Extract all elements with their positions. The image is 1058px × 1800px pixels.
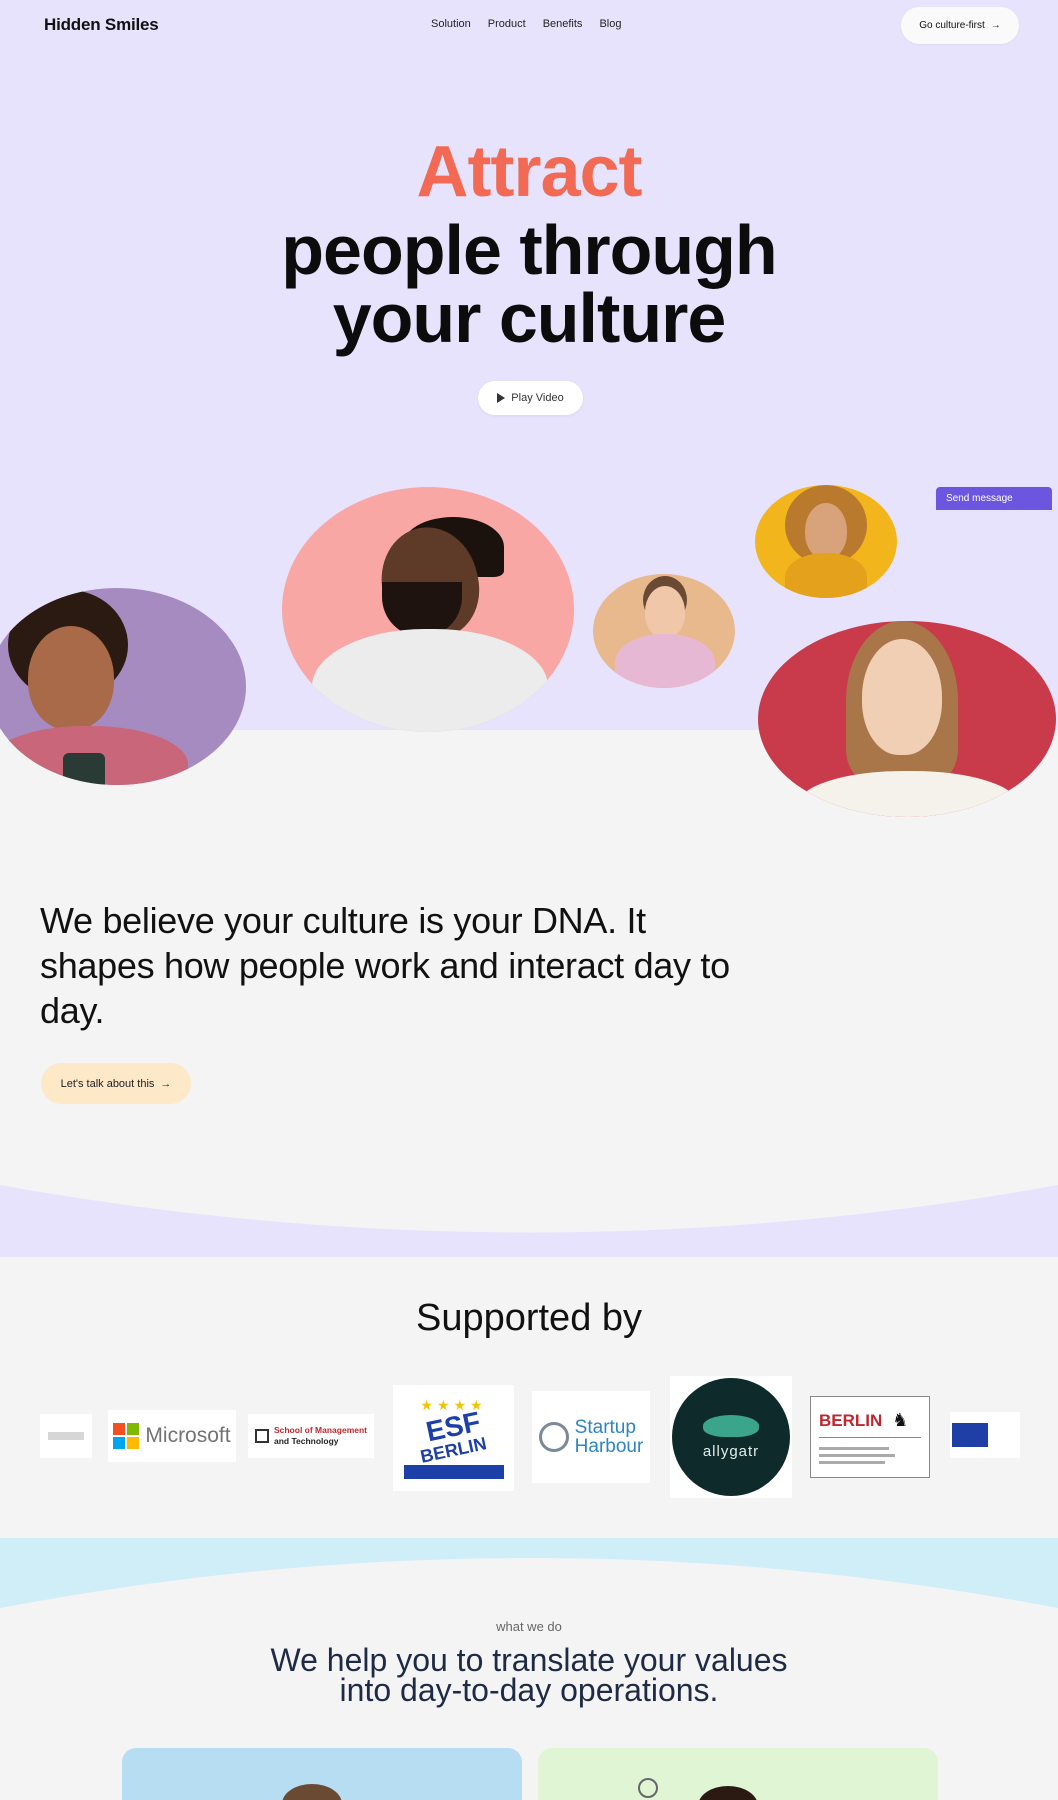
- person-photo-right-large: [758, 621, 1056, 817]
- school-emblem-icon: [254, 1429, 269, 1443]
- alligator-icon: [703, 1414, 759, 1437]
- culture-statement: We believe your culture is your DNA. It …: [40, 900, 730, 1031]
- nav-link-benefits[interactable]: Benefits: [543, 18, 583, 30]
- nav-links: Solution Product Benefits Blog: [431, 18, 621, 30]
- startup-wordmark: Startup: [574, 1417, 636, 1438]
- what-we-do-headline: We help you to translate your values int…: [0, 1642, 1058, 1708]
- nav-link-blog[interactable]: Blog: [599, 18, 621, 30]
- play-video-button[interactable]: Play Video: [478, 381, 583, 415]
- top-nav: Hidden Smiles Solution Product Benefits …: [0, 0, 1058, 52]
- berlin-senate-wordmark: BERLIN: [819, 1410, 883, 1430]
- allygatr-logo: allygatr: [670, 1376, 792, 1498]
- section-wave-divider-blue: [0, 1538, 1058, 1658]
- headline-line-2: your culture: [332, 279, 727, 357]
- ship-wheel-icon: [538, 1422, 569, 1452]
- eu-logo-partial-left: [40, 1414, 92, 1458]
- what-we-do-headline-line1: We help you to translate your values: [270, 1642, 788, 1678]
- skyline-icon: [403, 1465, 504, 1479]
- nav-link-product[interactable]: Product: [488, 18, 526, 30]
- supported-title: Supported by: [415, 1297, 643, 1339]
- feature-card-right[interactable]: [538, 1748, 938, 1800]
- eu-logo-partial-right: [950, 1412, 1020, 1458]
- headline-accent: Attract: [416, 132, 642, 212]
- allygatr-wordmark: allygatr: [702, 1442, 760, 1460]
- startup-harbour-logo: Startup Harbour: [532, 1391, 650, 1483]
- cta-label: Go culture-first: [919, 20, 985, 31]
- arrow-right-icon: →: [990, 20, 1001, 31]
- school-name-line2: and Technology: [273, 1436, 339, 1446]
- person-photo-left: [0, 588, 246, 785]
- lets-talk-button[interactable]: Let's talk about this →: [41, 1063, 191, 1104]
- section-wave-divider: [0, 1185, 1058, 1260]
- lets-talk-label: Let's talk about this: [60, 1077, 155, 1090]
- play-icon: [497, 393, 506, 403]
- nav-link-solution[interactable]: Solution: [431, 18, 471, 30]
- school-name-line1: School of Management: [273, 1425, 368, 1435]
- arrow-right-icon: →: [160, 1077, 172, 1090]
- microsoft-squares-icon: [113, 1423, 140, 1449]
- headline-line-1: people through: [281, 211, 777, 289]
- bear-icon: ♞: [892, 1410, 909, 1430]
- send-message-button[interactable]: Send message: [936, 487, 1052, 510]
- person-photo-center-large: [282, 487, 574, 732]
- esf-berlin-logo: ★★★★ ESF BERLIN: [393, 1385, 514, 1491]
- feature-card-left[interactable]: [122, 1748, 522, 1800]
- eu-flag-icon: [952, 1423, 988, 1447]
- go-culture-first-button[interactable]: Go culture-first →: [901, 7, 1019, 44]
- berlin-senate-logo: BERLIN ♞: [810, 1396, 930, 1478]
- microsoft-logo: Microsoft: [108, 1410, 236, 1462]
- microsoft-wordmark: Microsoft: [145, 1424, 231, 1447]
- person-photo-center-small: [593, 574, 735, 688]
- harbour-wordmark: Harbour: [574, 1436, 644, 1457]
- brand-logo[interactable]: Hidden Smiles: [44, 15, 159, 35]
- partner-logos: Microsoft School of Management and Techn…: [0, 1376, 1058, 1500]
- what-we-do-eyebrow: what we do: [496, 1619, 562, 1634]
- what-we-do-headline-line2: into day-to-day operations.: [339, 1672, 719, 1708]
- school-logo: School of Management and Technology: [248, 1414, 374, 1458]
- person-photo-top-right: [755, 485, 897, 598]
- play-video-label: Play Video: [511, 392, 564, 404]
